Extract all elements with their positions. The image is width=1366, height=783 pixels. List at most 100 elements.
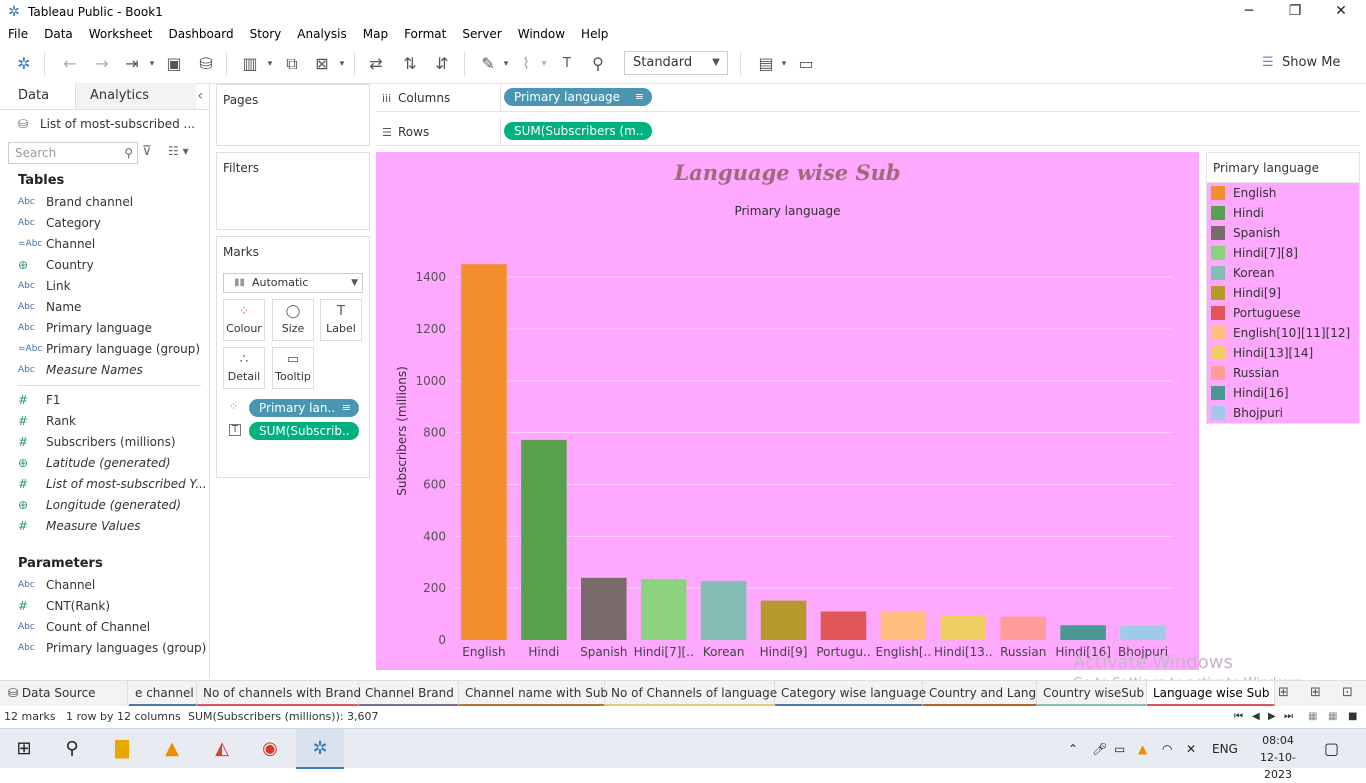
menu-file[interactable]: File [0,27,36,41]
menu-dashboard[interactable]: Dashboard [160,27,241,41]
sheet-tab[interactable]: No of channels with Brand [197,681,361,706]
sheet-sorter-icon[interactable]: ▦ [1308,706,1317,728]
field-item[interactable]: # Measure Values [0,516,209,537]
bar[interactable] [521,439,567,640]
bar[interactable] [1000,616,1046,640]
bar[interactable] [1060,625,1106,640]
clock[interactable]: 08:04 12-10-2023 [1248,732,1308,783]
rows-pill[interactable]: SUM(Subscribers (m.. [504,122,652,140]
new-story-tab-icon[interactable]: ⊡ [1342,685,1353,700]
swap-axes-icon[interactable]: ⇄ [364,52,388,76]
mark-type-select[interactable]: ▮▮ Automatic ▼ [223,273,363,293]
filters-shelf[interactable]: Filters [216,152,370,230]
duplicate-sheet-icon[interactable]: ⧉ [280,52,304,76]
close-button[interactable]: ✕ [1318,0,1364,24]
menu-format[interactable]: Format [396,27,454,41]
legend-item[interactable]: Hindi[13][14] [1207,343,1359,363]
sheet-tab[interactable]: Language wise Sub [1147,681,1275,706]
field-item[interactable]: =Abc Primary language (group) [0,339,209,360]
columns-shelf[interactable]: iii Columns Primary language ≡ [376,84,1360,112]
field-item[interactable]: Abc Name [0,297,209,318]
tooltip-button[interactable]: ▭ Tooltip [272,347,314,389]
tab-analytics[interactable]: Analytics [76,83,196,109]
detail-button[interactable]: ∴ Detail [223,347,265,389]
chrome-icon[interactable]: ◉ [246,729,294,769]
prev-sheet-icon[interactable]: ◀ [1252,706,1260,728]
datasource-item[interactable]: ⛁ List of most-subscribed ... [0,110,209,138]
sheet-tab[interactable]: Category wise language [775,681,926,706]
menu-window[interactable]: Window [510,27,573,41]
field-item[interactable]: Abc Category [0,213,209,234]
microphone-icon[interactable]: 🎤︎ [1092,729,1107,769]
sort-descending-icon[interactable]: ⇵ [430,52,454,76]
matlab-icon[interactable]: ◭ [198,729,246,769]
minimize-button[interactable]: ─ [1226,0,1272,24]
last-sheet-icon[interactable]: ⏭ [1284,706,1293,728]
collapse-pane-icon[interactable]: ‹ [197,88,203,104]
tableau-taskbar-icon[interactable]: ✲ [296,729,344,769]
menu-analysis[interactable]: Analysis [289,27,354,41]
marks-label-pill[interactable]: SUM(Subscrib.. [249,422,359,440]
windows-start-icon[interactable]: ⊞ [0,729,48,769]
fit-select[interactable]: Standard ▼ [624,51,728,75]
bar[interactable] [1120,625,1166,640]
save-icon[interactable]: ▣ [162,52,186,76]
sheet-tab[interactable]: No of Channels of language [605,681,777,706]
menu-help[interactable]: Help [573,27,616,41]
sheet-tab[interactable]: Country and Lang [923,681,1037,706]
replay-dropdown-icon[interactable]: ▾ [140,52,164,76]
menu-story[interactable]: Story [242,27,290,41]
file-explorer-icon[interactable]: ▇ [98,729,146,769]
wifi-icon[interactable]: ◠ [1162,729,1172,769]
tableau-logo-icon[interactable]: ✲ [12,52,36,76]
menu-worksheet[interactable]: Worksheet [81,27,161,41]
bar[interactable] [700,580,747,640]
columns-pill[interactable]: Primary language ≡ [504,88,652,106]
sheet-tab[interactable]: Country wiseSub [1037,681,1147,706]
new-datasource-icon[interactable]: ⛁ [194,52,218,76]
legend-item[interactable]: English [1207,183,1359,203]
new-worksheet-dropdown-icon[interactable]: ▾ [258,52,282,76]
field-item[interactable]: ⊕ Longitude (generated) [0,495,209,516]
legend-item[interactable]: Portuguese [1207,303,1359,323]
show-me-button[interactable]: ☰ Show Me [1262,51,1340,75]
fix-axes-icon[interactable]: ⚲ [586,52,610,76]
sheet-tab[interactable]: e channel [129,681,197,706]
sort-ascending-icon[interactable]: ⇅ [398,52,422,76]
bar[interactable] [461,264,507,640]
group-dropdown-icon[interactable]: ▾ [532,52,556,76]
field-item[interactable]: Abc Primary language [0,318,209,339]
tabs-view-icon[interactable]: ■ [1348,706,1357,728]
bar[interactable] [760,600,807,640]
view-options-icon[interactable]: ☷ ▾ [168,144,189,158]
marks-colour-pill[interactable]: Primary lan.. ≡ [249,399,359,417]
menu-map[interactable]: Map [355,27,396,41]
colour-button[interactable]: ⁘ Colour [223,299,265,341]
clear-dropdown-icon[interactable]: ▾ [330,52,354,76]
field-item[interactable]: Abc Channel [0,575,209,596]
search-icon[interactable]: ⚲ [48,729,96,769]
menu-data[interactable]: Data [36,27,81,41]
filmstrip-icon[interactable]: ▦ [1328,706,1337,728]
sheet-tab[interactable]: Channel name with Sub [459,681,608,706]
legend-item[interactable]: Hindi[7][8] [1207,243,1359,263]
filter-icon[interactable]: ⊽ [142,144,152,159]
language-indicator[interactable]: ENG [1212,729,1238,769]
legend-item[interactable]: Bhojpuri [1207,403,1359,423]
show-labels-icon[interactable]: T [555,52,579,76]
new-dashboard-tab-icon[interactable]: ⊞ [1310,685,1321,700]
bar[interactable] [581,577,627,640]
undo-icon[interactable]: ← [58,52,82,76]
notifications-icon[interactable]: ▢ [1324,729,1339,769]
bar[interactable] [640,579,687,640]
field-item[interactable]: Abc Count of Channel [0,617,209,638]
first-sheet-icon[interactable]: ⏮ [1234,706,1243,728]
new-worksheet-tab-icon[interactable]: ⊞ [1278,685,1289,700]
field-item[interactable]: ⊕ Country [0,255,209,276]
tray-chevron-icon[interactable]: ⌃ [1068,729,1078,769]
bar[interactable] [820,611,867,640]
bar[interactable] [940,615,987,640]
field-item[interactable]: Abc Primary languages (group) [0,638,209,659]
legend-item[interactable]: Russian [1207,363,1359,383]
search-input[interactable]: Search ⚲ [8,142,138,164]
